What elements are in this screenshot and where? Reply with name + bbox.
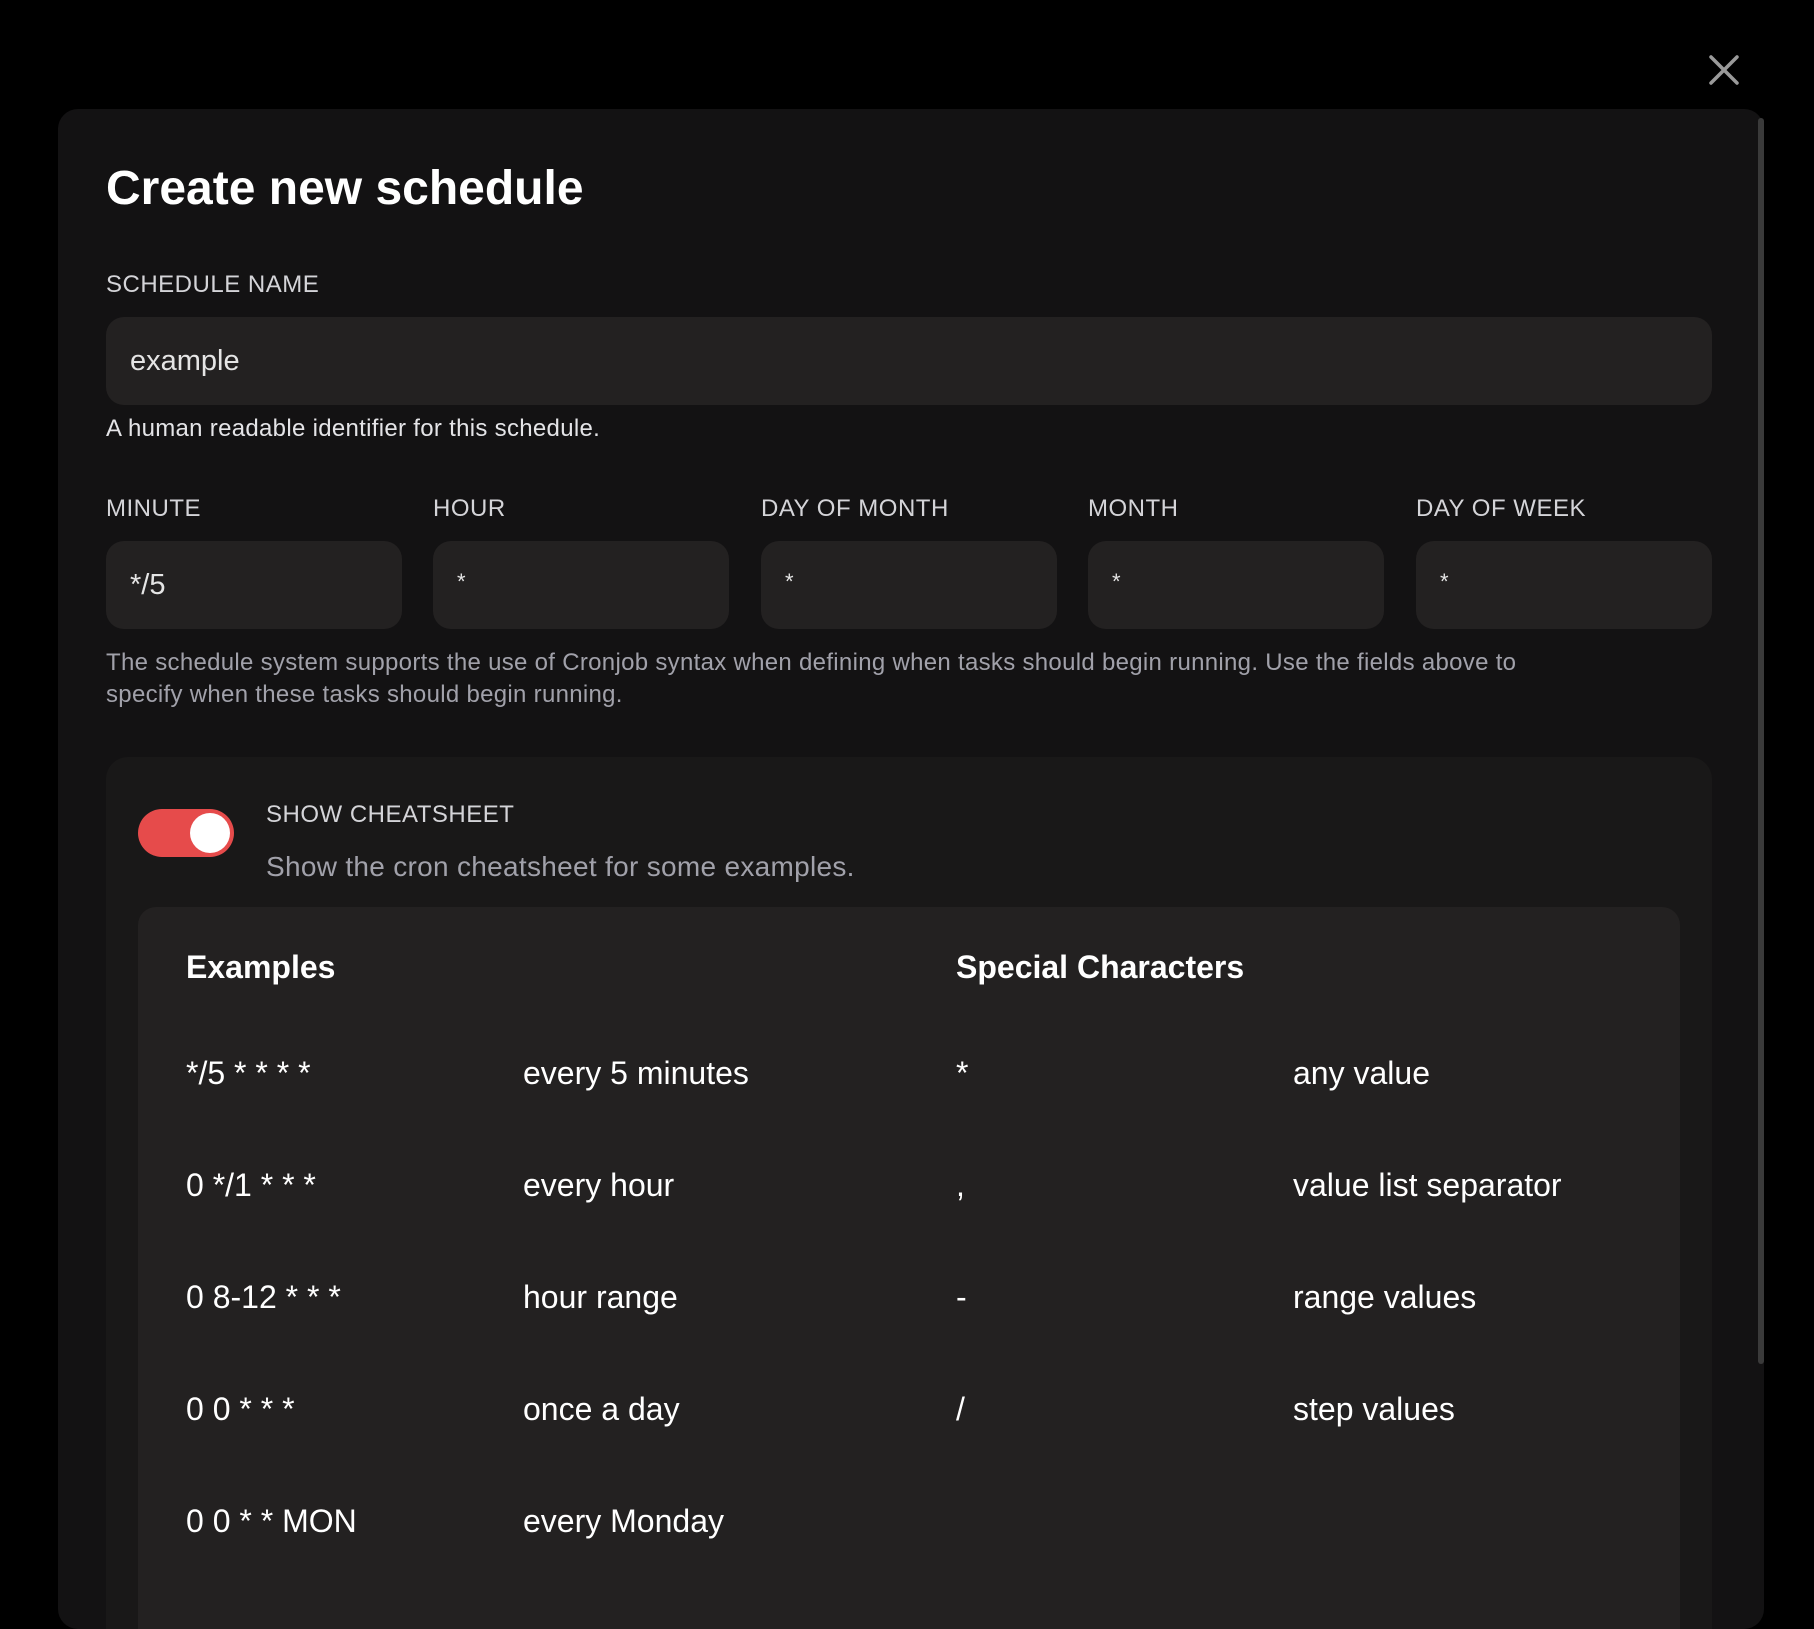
cron-help-line-1: The schedule system supports the use of … (106, 649, 1517, 676)
cron-help-text: The schedule system supports the use of … (106, 647, 1666, 711)
schedule-name-label: SCHEDULE NAME (106, 271, 320, 298)
schedule-name-input[interactable]: example (106, 317, 1712, 405)
cron-help-line-2: specify when these tasks should begin ru… (106, 681, 623, 708)
toggle-knob (190, 813, 230, 853)
example-expr: 0 0 * * * (186, 1391, 295, 1427)
schedule-name-help: A human readable identifier for this sch… (106, 415, 601, 442)
example-expr: 0 */1 * * * (186, 1167, 316, 1203)
special-desc: any value (1293, 1055, 1430, 1091)
example-desc: every 5 minutes (523, 1055, 749, 1091)
show-cheatsheet-label: SHOW CHEATSHEET (266, 801, 515, 828)
example-desc: once a day (523, 1391, 680, 1427)
hour-label: HOUR (433, 495, 506, 522)
special-char: / (956, 1391, 965, 1427)
day-of-week-input[interactable]: * (1416, 541, 1712, 629)
minute-input[interactable]: */5 (106, 541, 402, 629)
special-char: , (956, 1167, 965, 1203)
cheatsheet-table: Examples Special Characters */5 * * * * … (138, 907, 1680, 1629)
show-cheatsheet-toggle[interactable] (138, 809, 234, 857)
special-characters-heading: Special Characters (956, 949, 1245, 985)
special-desc: range values (1293, 1279, 1477, 1315)
special-desc: value list separator (1293, 1167, 1562, 1203)
special-char: * (956, 1055, 969, 1091)
month-label: MONTH (1088, 495, 1179, 522)
example-expr: 0 8-12 * * * (186, 1279, 341, 1315)
show-cheatsheet-description: Show the cron cheatsheet for some exampl… (266, 851, 855, 882)
close-icon (1709, 55, 1739, 85)
scrollbar[interactable] (1758, 118, 1764, 1364)
examples-heading: Examples (186, 949, 336, 985)
example-desc: every Monday (523, 1503, 724, 1539)
cheatsheet-panel: SHOW CHEATSHEET Show the cron cheatsheet… (106, 757, 1712, 1629)
hour-input[interactable]: * (433, 541, 729, 629)
example-desc: every hour (523, 1167, 675, 1203)
close-button[interactable] (1702, 48, 1746, 92)
month-input[interactable]: * (1088, 541, 1384, 629)
page-title: Create new schedule (106, 162, 584, 215)
example-expr: */5 * * * * (186, 1055, 311, 1091)
day-of-month-label: DAY OF MONTH (761, 495, 949, 522)
special-desc: step values (1293, 1391, 1455, 1427)
example-expr: 0 0 * * MON (186, 1503, 357, 1539)
day-of-week-label: DAY OF WEEK (1416, 495, 1586, 522)
special-char: - (956, 1279, 967, 1315)
create-schedule-modal: Create new schedule SCHEDULE NAME exampl… (58, 109, 1764, 1629)
day-of-month-input[interactable]: * (761, 541, 1057, 629)
example-desc: hour range (523, 1279, 678, 1315)
minute-label: MINUTE (106, 495, 201, 522)
